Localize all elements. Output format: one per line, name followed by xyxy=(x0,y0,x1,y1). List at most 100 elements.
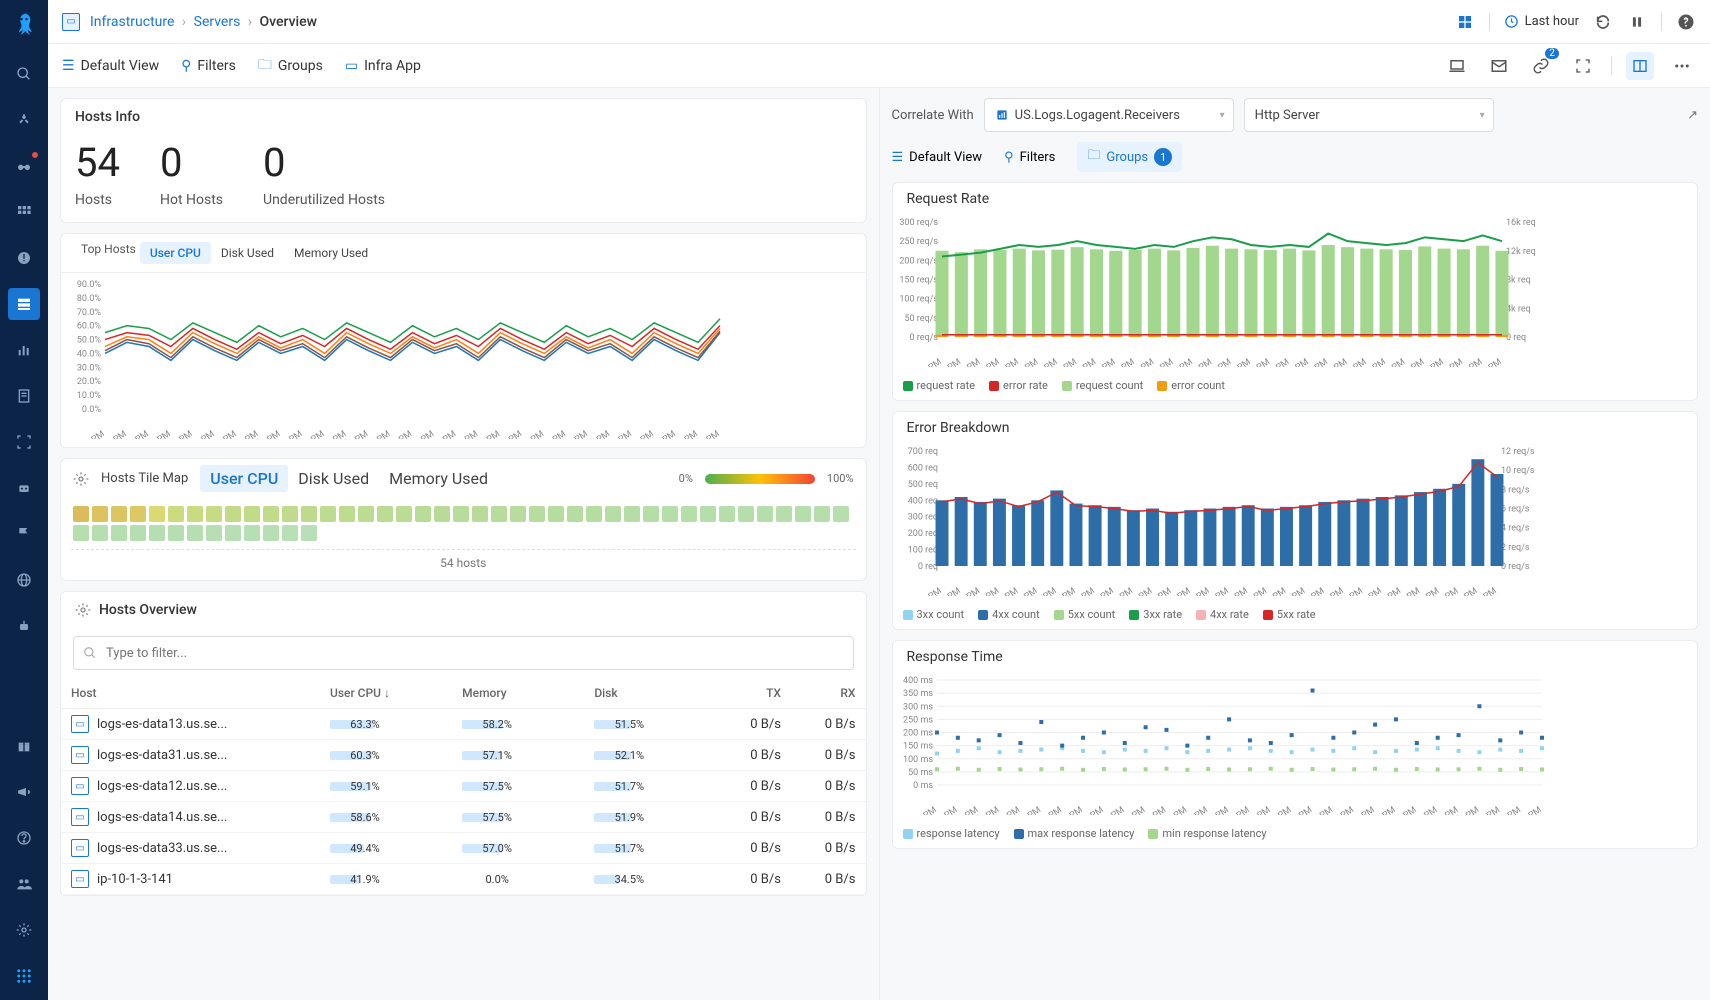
host-tile[interactable] xyxy=(320,506,336,522)
table-row[interactable]: ▭ip-10-1-3-141 41.9%0.0%34.5% 0 B/s0 B/s xyxy=(61,864,866,895)
right-groups-pill[interactable]: 🗀Groups1 xyxy=(1077,142,1182,172)
host-tile[interactable] xyxy=(795,506,811,522)
table-row[interactable]: ▭logs-es-data13.us.se... 63.3%58.2%51.5%… xyxy=(61,709,866,740)
host-tile[interactable] xyxy=(776,506,792,522)
filters-button[interactable]: ⚲Filters xyxy=(181,58,236,74)
host-tile[interactable] xyxy=(643,506,659,522)
host-tile[interactable] xyxy=(282,525,298,541)
correlate-source-dropdown[interactable]: US.Logs.Logagent.Receivers▾ xyxy=(984,98,1234,132)
host-tile[interactable] xyxy=(225,525,241,541)
host-tile[interactable] xyxy=(73,525,89,541)
settings-icon[interactable] xyxy=(8,914,40,946)
host-tile[interactable] xyxy=(358,506,374,522)
dashboard-switch-icon[interactable] xyxy=(1455,12,1475,32)
host-tile[interactable] xyxy=(73,506,89,522)
app-logo[interactable] xyxy=(6,8,42,44)
host-tile[interactable] xyxy=(149,506,165,522)
tab-user-cpu[interactable]: User CPU xyxy=(140,242,211,264)
search-icon[interactable] xyxy=(8,58,40,90)
legend-item[interactable]: response latency xyxy=(903,827,1000,840)
host-tile[interactable] xyxy=(586,506,602,522)
gear-icon[interactable] xyxy=(75,602,91,618)
help-icon[interactable] xyxy=(8,822,40,854)
globe-icon[interactable] xyxy=(8,564,40,596)
host-tile[interactable] xyxy=(548,506,564,522)
refresh-icon[interactable] xyxy=(1593,12,1613,32)
correlate-target-dropdown[interactable]: Http Server▾ xyxy=(1244,98,1494,132)
host-tile[interactable] xyxy=(149,525,165,541)
gear-icon[interactable] xyxy=(73,471,89,487)
host-tile[interactable] xyxy=(187,525,203,541)
table-row[interactable]: ▭logs-es-data14.us.se... 58.6%57.5%51.9%… xyxy=(61,802,866,833)
expand-icon[interactable]: ↗ xyxy=(1687,108,1698,123)
host-tile[interactable] xyxy=(244,525,260,541)
tab-user-cpu[interactable]: User CPU xyxy=(200,465,288,492)
rocket-icon[interactable] xyxy=(8,104,40,136)
host-tile[interactable] xyxy=(700,506,716,522)
col-header[interactable]: Host xyxy=(61,678,320,709)
host-tile[interactable] xyxy=(605,506,621,522)
legend-item[interactable]: error count xyxy=(1157,379,1225,392)
col-header[interactable]: User CPU ↓ xyxy=(320,678,452,709)
groups-button[interactable]: 🗀Groups xyxy=(258,54,323,78)
tab-memory-used[interactable]: Memory Used xyxy=(284,242,378,264)
host-tile[interactable] xyxy=(130,506,146,522)
col-header[interactable]: Memory xyxy=(452,678,584,709)
legend-item[interactable]: min response latency xyxy=(1148,827,1266,840)
legend-item[interactable]: request count xyxy=(1062,379,1143,392)
host-tile[interactable] xyxy=(111,525,127,541)
host-tile[interactable] xyxy=(624,506,640,522)
link-icon[interactable]: 2 xyxy=(1527,52,1555,80)
legend-item[interactable]: request rate xyxy=(903,379,976,392)
host-tile[interactable] xyxy=(168,506,184,522)
mail-icon[interactable] xyxy=(1485,52,1513,80)
host-tile[interactable] xyxy=(529,506,545,522)
col-header[interactable]: RX xyxy=(791,678,866,709)
legend-item[interactable]: 5xx count xyxy=(1054,608,1116,621)
host-tile[interactable] xyxy=(738,506,754,522)
host-tile[interactable] xyxy=(92,525,108,541)
host-tile[interactable] xyxy=(377,506,393,522)
default-view-button[interactable]: ☰Default View xyxy=(62,58,159,74)
host-tile[interactable] xyxy=(301,525,317,541)
right-filters[interactable]: ⚲Filters xyxy=(1004,150,1055,165)
infra-app-button[interactable]: ▭Infra App xyxy=(345,58,421,74)
host-tile[interactable] xyxy=(168,525,184,541)
host-tile[interactable] xyxy=(510,506,526,522)
tab-disk-used[interactable]: Disk Used xyxy=(211,242,284,264)
infrastructure-icon[interactable] xyxy=(8,288,40,320)
pause-icon[interactable] xyxy=(1627,12,1647,32)
legend-item[interactable]: 3xx count xyxy=(903,608,965,621)
waffle-icon[interactable] xyxy=(8,960,40,992)
host-tile[interactable] xyxy=(206,506,222,522)
host-tile[interactable] xyxy=(415,506,431,522)
alert-icon[interactable] xyxy=(8,242,40,274)
split-view-icon[interactable] xyxy=(1626,52,1654,80)
time-range-selector[interactable]: Last hour xyxy=(1504,14,1579,29)
apps-icon[interactable] xyxy=(8,196,40,228)
more-icon[interactable] xyxy=(1668,52,1696,80)
host-tile[interactable] xyxy=(339,506,355,522)
legend-item[interactable]: 5xx rate xyxy=(1263,608,1316,621)
robot-icon[interactable] xyxy=(8,472,40,504)
binoculars-icon[interactable] xyxy=(8,150,40,182)
host-tile[interactable] xyxy=(567,506,583,522)
col-header[interactable]: Disk xyxy=(584,678,716,709)
host-tile[interactable] xyxy=(757,506,773,522)
breadcrumb-root[interactable]: Infrastructure xyxy=(90,14,174,30)
legend-item[interactable]: 4xx rate xyxy=(1196,608,1249,621)
host-tile[interactable] xyxy=(130,525,146,541)
host-tile[interactable] xyxy=(301,506,317,522)
tab-disk-used[interactable]: Disk Used xyxy=(288,465,379,492)
table-row[interactable]: ▭logs-es-data33.us.se... 49.4%57.0%51.7%… xyxy=(61,833,866,864)
legend-item[interactable]: error rate xyxy=(989,379,1048,392)
host-tile[interactable] xyxy=(225,506,241,522)
help-solid-icon[interactable] xyxy=(1676,12,1696,32)
table-row[interactable]: ▭logs-es-data31.us.se... 60.3%57.1%52.1%… xyxy=(61,740,866,771)
host-tile[interactable] xyxy=(263,506,279,522)
host-tile[interactable] xyxy=(719,506,735,522)
host-tile[interactable] xyxy=(472,506,488,522)
host-tile[interactable] xyxy=(92,506,108,522)
legend-item[interactable]: 3xx rate xyxy=(1129,608,1182,621)
host-tile[interactable] xyxy=(434,506,450,522)
